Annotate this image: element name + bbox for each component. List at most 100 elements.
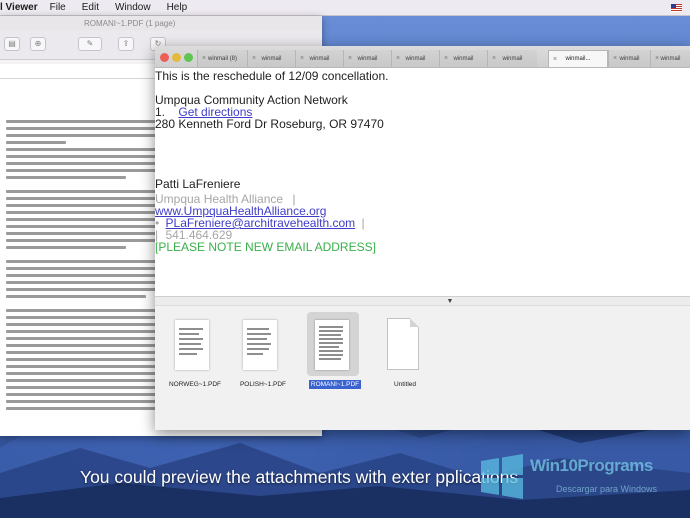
mail-message-window: × winmail (8) × winmail × winmail × winmail … [155, 46, 690, 430]
pdf-text-line [6, 372, 160, 375]
pdf-text-line [6, 169, 164, 172]
pdf-text-line [6, 358, 168, 361]
message-body: This is the reschedule of 12/09 concella… [155, 68, 690, 296]
video-caption: You could preview the attachments with e… [80, 467, 519, 487]
address-line: 280 Kenneth Ford Dr Roseburg, OR 97470 [155, 117, 384, 131]
minimize-window-icon[interactable] [172, 53, 181, 62]
tab-bar: × winmail (8) × winmail × winmail × winmail … [155, 46, 690, 68]
pdf-text-line [6, 393, 168, 396]
tab-close-icon[interactable]: × [613, 55, 617, 62]
tab-close-icon[interactable]: × [444, 55, 448, 62]
attachments-divider[interactable]: ▼ [155, 296, 690, 306]
app-menu[interactable]: l Viewer [0, 2, 38, 13]
pdf-text-line [6, 239, 156, 242]
menu-help[interactable]: Help [167, 2, 188, 13]
input-source-flag-icon[interactable] [671, 4, 682, 12]
separator: | [361, 216, 365, 230]
sidebar-toggle-icon[interactable]: ▤ [4, 37, 20, 51]
tab-winmail[interactable]: × winmail [608, 50, 650, 67]
tab-close-icon[interactable]: × [396, 55, 400, 62]
tab-label: winmail [357, 55, 378, 62]
tab-winmail[interactable]: × winmail [487, 50, 537, 67]
tab-label: winmail [502, 55, 523, 62]
tab-label: winmail [405, 55, 426, 62]
tab-winmail[interactable]: × winmail [650, 50, 690, 67]
share-icon[interactable]: ⇪ [118, 37, 134, 51]
tab-winmail-active[interactable]: × winmail... [548, 50, 608, 67]
tab-winmail-8[interactable]: × winmail (8) [197, 50, 247, 67]
close-window-icon[interactable] [160, 53, 169, 62]
pdf-text-line [6, 267, 164, 270]
tab-winmail[interactable]: × winmail [247, 50, 295, 67]
pdf-text-line [6, 155, 170, 158]
pdf-text-line [6, 379, 166, 382]
pdf-text-line [6, 204, 156, 207]
tab-close-icon[interactable]: × [492, 55, 496, 62]
attachments-panel: NORWEG~1.PDF POLISH~1.PDF ROMANI~1.PDF U… [155, 306, 690, 430]
pdf-thumbnail [243, 320, 277, 370]
pdf-text-line [6, 400, 156, 403]
sender-name: Patti LaFreniere [155, 177, 241, 191]
pdf-text-line [6, 288, 168, 291]
pdf-thumbnail [315, 320, 349, 370]
menu-window[interactable]: Window [115, 2, 151, 13]
email-notice: [PLEASE NOTE NEW EMAIL ADDRESS] [155, 240, 376, 254]
tab-winmail[interactable]: × winmail [295, 50, 343, 67]
pdf-text-line [6, 232, 164, 235]
tab-close-icon[interactable]: × [655, 55, 659, 62]
pdf-text-line [6, 148, 156, 151]
watermark-brand: Win10Programs [530, 456, 653, 475]
pdf-text-line [6, 344, 166, 347]
tab-label: winmail... [565, 56, 591, 62]
zoom-window-icon[interactable] [184, 53, 193, 62]
body-line: This is the reschedule of 12/09 concella… [155, 69, 389, 83]
chevron-down-icon[interactable]: ▼ [444, 298, 456, 305]
pdf-text-line [6, 323, 156, 326]
pdf-text-line [6, 134, 162, 137]
menu-bar: l Viewer File Edit Window Help [0, 0, 690, 16]
tab-close-icon[interactable]: × [348, 55, 352, 62]
windows-logo-icon [481, 454, 523, 499]
attachment-untitled[interactable]: Untitled [365, 312, 445, 422]
pdf-text-line [6, 407, 162, 410]
tab-close-icon[interactable]: × [252, 55, 256, 62]
tab-label: winmail [660, 55, 681, 62]
pdf-text-line [6, 316, 168, 319]
tab-winmail[interactable]: × winmail [343, 50, 391, 67]
tab-winmail[interactable]: × winmail [439, 50, 487, 67]
pdf-text-line [6, 274, 170, 277]
pdf-text-line [6, 218, 162, 221]
pdf-text-line [6, 295, 146, 298]
tab-label: winmail [261, 55, 282, 62]
attachment-name: Untitled [393, 381, 417, 388]
pdf-thumbnail [175, 320, 209, 370]
pdf-text-line [6, 190, 166, 193]
watermark-subtitle: Descargar para Windows [556, 484, 658, 494]
menu-edit[interactable]: Edit [82, 2, 99, 13]
pdf-text-line [6, 309, 164, 312]
pdf-text-line [6, 281, 156, 284]
pdf-text-line [6, 197, 168, 200]
tab-close-icon[interactable]: × [553, 56, 557, 63]
annotate-icon[interactable]: ✎ [78, 37, 102, 51]
pdf-text-line [6, 330, 170, 333]
attachment-name: ROMANI~1.PDF [308, 380, 362, 389]
tab-label: winmail [453, 55, 474, 62]
tab-close-icon[interactable]: × [202, 55, 206, 62]
attachment-romani-selected[interactable]: ROMANI~1.PDF [295, 312, 375, 422]
pdf-text-line [6, 351, 156, 354]
blank-document-icon [387, 318, 419, 370]
pdf-text-line [6, 365, 164, 368]
pdf-text-line [6, 162, 156, 165]
tab-winmail[interactable]: × winmail [391, 50, 439, 67]
tab-close-icon[interactable]: × [300, 55, 304, 62]
pdf-text-line [6, 176, 126, 179]
pdf-text-line [6, 260, 166, 263]
attachment-polish[interactable]: POLISH~1.PDF [223, 312, 303, 422]
pdf-text-line [6, 211, 170, 214]
pdf-text-line [6, 386, 156, 389]
zoom-icon[interactable]: ⊕ [30, 37, 46, 51]
pdf-text-line [6, 246, 126, 249]
pdf-text-line [6, 141, 66, 144]
menu-file[interactable]: File [50, 2, 66, 13]
